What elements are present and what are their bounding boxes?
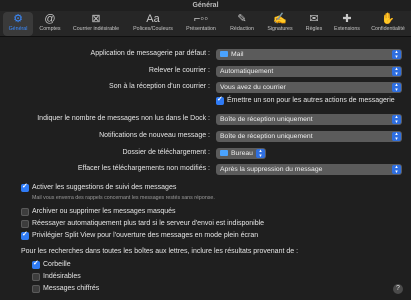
notifications-label: Notifications de nouveau message :: [99, 132, 210, 139]
search-heading: Pour les recherches dans toutes les boît…: [21, 248, 299, 255]
at-icon: @: [44, 13, 56, 25]
chevron-updown-icon: ▴ ▾: [392, 115, 401, 124]
search-junk-checkbox[interactable]: [32, 273, 40, 281]
archive-muted-checkbox[interactable]: [21, 208, 29, 216]
split-view-checkbox[interactable]: [21, 230, 29, 240]
chevron-updown-icon: ▴ ▾: [392, 83, 401, 92]
remove-downloads-popup[interactable]: Après la suppression du message ▴ ▾: [216, 164, 402, 175]
rules-icon: ✉: [309, 13, 319, 25]
chevron-updown-icon: ▴ ▾: [392, 165, 401, 174]
row-downloads-folder: Dossier de téléchargement :: [0, 147, 210, 159]
signature-icon: ✍: [273, 13, 287, 25]
row-default-mail-app: Application de messagerie par défaut :: [0, 48, 210, 60]
default-mail-app-popup[interactable]: Mail ▴ ▾: [216, 49, 402, 60]
mail-app-icon: [220, 50, 228, 57]
tab-accounts[interactable]: @ Comptes: [36, 12, 64, 36]
play-sound-other-label: Émettre un son pour les autres actions d…: [227, 97, 395, 104]
new-mail-sound-popup[interactable]: Vous avez du courrier ▴ ▾: [216, 82, 402, 93]
remove-downloads-label: Effacer les téléchargements non modifiés…: [77, 165, 210, 172]
tab-general[interactable]: ⚙ Général: [3, 12, 33, 36]
new-mail-sound-label: Son à la réception d'un courrier :: [109, 83, 210, 90]
chevron-updown-icon: ▴ ▾: [256, 149, 265, 158]
compose-icon: ✎: [237, 13, 247, 25]
tab-fonts-colors[interactable]: Aa Polices/Couleurs: [128, 12, 178, 36]
search-junk-label: Indésirables: [43, 273, 81, 280]
retry-send-label: Réessayer automatiquement plus tard si l…: [32, 220, 265, 227]
fonts-icon: Aa: [146, 13, 160, 25]
row-dock-unread: Indiquer le nombre de messages non lus d…: [0, 113, 210, 125]
row-remove-downloads: Effacer les téléchargements non modifiés…: [0, 163, 210, 175]
follow-up-note: Mail vous enverra des rappels concernant…: [32, 195, 215, 201]
dock-unread-popup[interactable]: Boîte de réception uniquement ▴ ▾: [216, 114, 402, 125]
search-encrypted-label: Messages chiffrés: [43, 285, 100, 292]
tab-extensions[interactable]: ✚ Extensions: [329, 12, 365, 36]
tab-rules[interactable]: ✉ Règles: [300, 12, 328, 36]
tab-viewing[interactable]: ⌐◦◦ Présentation: [180, 12, 222, 36]
puzzle-icon: ✚: [342, 13, 352, 25]
search-trash-label: Corbeille: [43, 261, 71, 268]
tab-junk-mail[interactable]: ⊠ Courrier indésirable: [66, 12, 126, 36]
row-new-mail-sound: Son à la réception d'un courrier :: [0, 81, 210, 93]
tab-signatures[interactable]: ✍ Signatures: [262, 12, 298, 36]
row-check-mail: Relever le courrier :: [0, 65, 210, 77]
glasses-icon: ⌐◦◦: [193, 13, 209, 25]
follow-up-checkbox[interactable]: [21, 182, 29, 192]
row-notifications: Notifications de nouveau message :: [0, 130, 210, 142]
split-view-label: Privilégier Split View pour l'ouverture …: [32, 232, 259, 239]
retry-send-checkbox[interactable]: [21, 220, 29, 228]
tab-privacy[interactable]: ✋ Confidentialité: [366, 12, 410, 36]
search-trash-checkbox[interactable]: [32, 259, 40, 269]
preferences-toolbar: ⚙ Général @ Comptes ⊠ Courrier indésirab…: [0, 11, 411, 37]
help-button[interactable]: ?: [393, 284, 403, 294]
chevron-updown-icon: ▴ ▾: [392, 50, 401, 59]
chevron-updown-icon: ▴ ▾: [392, 67, 401, 76]
dock-unread-label: Indiquer le nombre de messages non lus d…: [37, 115, 210, 122]
downloads-folder-label: Dossier de téléchargement :: [122, 149, 210, 156]
tab-composing[interactable]: ✎ Rédaction: [224, 12, 260, 36]
default-mail-app-label: Application de messagerie par défaut :: [90, 50, 210, 57]
downloads-folder-popup[interactable]: Bureau ▴ ▾: [216, 148, 266, 159]
folder-icon: [220, 149, 228, 156]
chevron-updown-icon: ▴ ▾: [392, 132, 401, 141]
gear-switch-icon: ⚙: [13, 13, 23, 25]
notifications-popup[interactable]: Boîte de réception uniquement ▴ ▾: [216, 131, 402, 142]
hand-icon: ✋: [381, 13, 395, 25]
window-title: Général: [192, 2, 219, 9]
preferences-window: Général ⚙ Général @ Comptes ⊠ Courrier i…: [0, 0, 411, 300]
check-mail-popup[interactable]: Automatiquement ▴ ▾: [216, 66, 402, 77]
search-encrypted-checkbox[interactable]: [32, 285, 40, 293]
play-sound-other-checkbox[interactable]: [216, 95, 224, 105]
archive-muted-label: Archiver ou supprimer les messages masqu…: [32, 208, 176, 215]
junk-tray-icon: ⊠: [91, 13, 101, 25]
follow-up-label: Activer les suggestions de suivi des mes…: [32, 184, 177, 191]
check-mail-label: Relever le courrier :: [148, 67, 210, 74]
